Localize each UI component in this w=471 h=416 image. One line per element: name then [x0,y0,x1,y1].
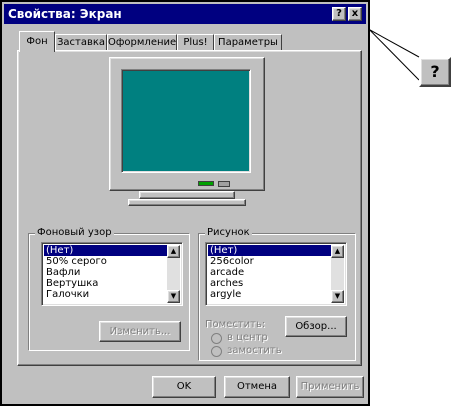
tab-appearance-label: Оформление [108,37,177,48]
scroll-up-icon[interactable]: ▲ [167,245,180,258]
pattern-group: Фоновый узор (Нет) 50% серого Вафли Верт… [28,227,190,351]
monitor-preview [109,57,265,191]
cancel-label: Отмена [236,381,278,392]
pattern-listbox[interactable]: (Нет) 50% серого Вафли Вертушка Галочки … [41,242,183,306]
tab-appearance[interactable]: Оформление [107,34,177,51]
tab-background[interactable]: Фон [19,31,55,52]
center-radio[interactable] [211,333,222,344]
tab-settings-label: Параметры [218,37,278,48]
list-item[interactable]: Вертушка [44,278,180,289]
power-button [218,181,230,187]
scroll-down-icon[interactable]: ▼ [331,290,344,303]
tile-radio[interactable] [211,346,222,357]
tab-plus[interactable]: Plus! [177,34,214,51]
ok-button[interactable]: OK [152,376,216,398]
close-icon: x [351,8,359,19]
tab-settings[interactable]: Параметры [214,34,282,51]
wallpaper-group: Рисунок (Нет) 256color arcade arches arg… [198,227,356,361]
wallpaper-scrollbar[interactable]: ▲ ▼ [331,245,344,303]
callout-label: ? [430,62,440,81]
help-icon: ? [336,8,342,19]
center-radio-label: в центр [227,332,268,343]
list-item[interactable]: (Нет) [44,245,168,256]
close-button[interactable]: x [348,7,362,21]
list-item[interactable]: argyle [208,289,344,300]
pattern-legend: Фоновый узор [35,227,114,238]
cancel-button[interactable]: Отмена [224,376,290,398]
place-label: Поместить: [205,319,266,330]
window-title: Свойства: Экран [8,7,122,21]
list-item[interactable]: arcade [208,267,344,278]
display-properties-dialog: Свойства: Экран ? x Фон Заставка Оформле… [0,0,370,406]
monitor-stand [128,199,246,206]
edit-pattern-label: Изменить... [109,326,171,337]
apply-button[interactable]: Применить [296,376,364,398]
pattern-scrollbar[interactable]: ▲ ▼ [167,245,180,303]
list-item[interactable]: (Нет) [208,245,332,256]
browse-button[interactable]: Обзор... [285,316,347,337]
power-led [198,181,214,186]
ok-label: OK [176,381,192,392]
list-item[interactable]: Вафли [44,267,180,278]
browse-label: Обзор... [295,321,337,332]
edit-pattern-button[interactable]: Изменить... [99,321,181,342]
tab-screensaver[interactable]: Заставка [55,34,107,51]
scroll-down-icon[interactable]: ▼ [167,290,180,303]
background-tab-panel: Фоновый узор (Нет) 50% серого Вафли Верт… [17,50,362,366]
title-bar[interactable]: Свойства: Экран ? x [4,4,366,24]
monitor-screen [121,69,251,173]
tile-radio-label: замостить [227,345,282,356]
scroll-up-icon[interactable]: ▲ [331,245,344,258]
wallpaper-listbox[interactable]: (Нет) 256color arcade arches argyle ▲ ▼ [205,242,347,306]
list-item[interactable]: 50% серого [44,256,180,267]
tab-screensaver-label: Заставка [56,37,106,48]
list-item[interactable]: 256color [208,256,344,267]
tab-plus-label: Plus! [183,37,208,48]
list-item[interactable]: Галочки [44,289,180,300]
callout-help-button: ? [419,57,451,87]
list-item[interactable]: arches [208,278,344,289]
apply-label: Применить [300,381,360,392]
wallpaper-legend: Рисунок [205,227,252,238]
tab-background-label: Фон [26,36,48,47]
help-button[interactable]: ? [332,7,346,21]
monitor-base [139,191,235,199]
